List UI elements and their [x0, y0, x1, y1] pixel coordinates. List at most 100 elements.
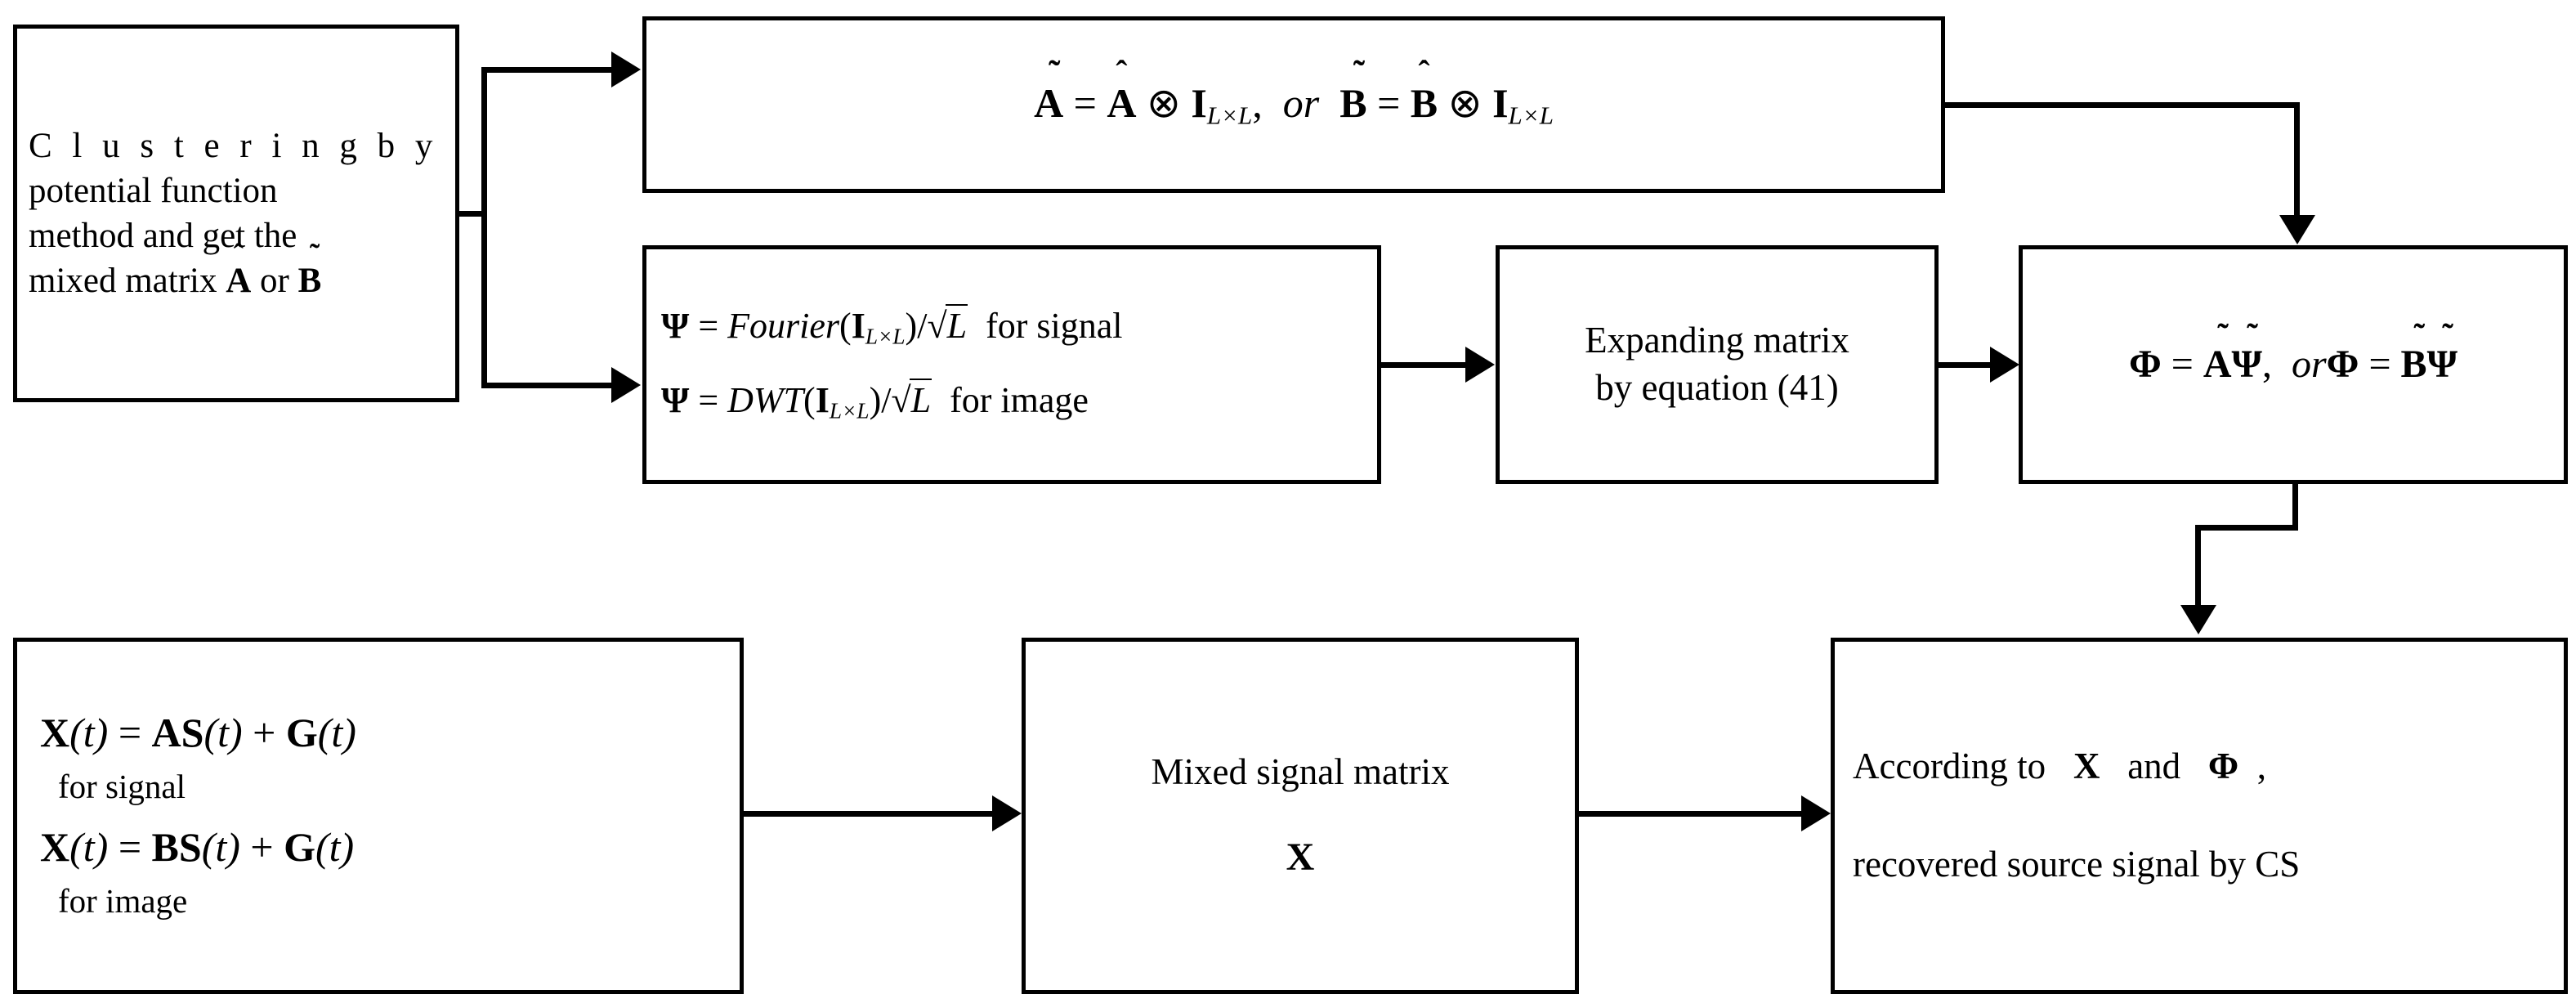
recover-line-1: According to X and Φ , [1853, 743, 2546, 791]
phi-symbol-1: Φ [2129, 343, 2162, 387]
phi-equals-2: = [2368, 343, 2391, 387]
connector-phi-down-2 [2195, 525, 2201, 607]
as-symbol: AS [151, 709, 204, 755]
psi-identity-sub-2: L×L [829, 398, 870, 423]
kron-comma: , [1252, 80, 1263, 127]
recover-prefix: According to [1853, 746, 2046, 787]
arrowhead-to-phi-left [1990, 347, 2019, 383]
recover-phi-symbol: Φ [2207, 746, 2239, 787]
arrowhead-to-recovery-left [1801, 795, 1831, 831]
s-arg-1: (t) [203, 709, 243, 755]
clustering-line-1: C l u s t e r i n g b y [29, 126, 439, 165]
b-hat-symbol: ̂B [1410, 80, 1438, 127]
flowchart-canvas: C l u s t e r i n g b y potential functi… [0, 0, 2576, 999]
a-tilde-symbol-3: ̃A [2203, 343, 2232, 387]
model-equation-signal: X(t) = AS(t) + G(t) [40, 706, 717, 759]
sqrt-L-1: √L [927, 304, 968, 347]
box-psi-definitions: Ψ = Fourier(IL×L)/√L for signal Ψ = DWT(… [642, 245, 1381, 484]
phi-comma: , [2261, 343, 2272, 387]
clustering-line-4-prefix: mixed matrix [29, 262, 226, 301]
model-plus-1: + [253, 709, 276, 755]
arrowhead-to-expand [1465, 347, 1495, 383]
connector-mixed-to-recovery [1577, 811, 1803, 817]
phi-or-label: or [2291, 343, 2327, 387]
box-clustering: C l u s t e r i n g b y potential functi… [13, 25, 459, 402]
psi-tilde-symbol-2: ̃Ψ [2426, 343, 2457, 387]
identity-subscript-2: L×L [1508, 101, 1554, 130]
psi-equals-1: = [698, 306, 719, 347]
x-arg-1: (t) [69, 709, 109, 755]
recover-x-symbol: X [2073, 746, 2100, 787]
arrowhead-to-kronecker [611, 52, 641, 87]
psi-identity-sub-1: L×L [865, 325, 906, 350]
psi-symbol-1: Ψ [661, 306, 690, 347]
a-hat-symbol-2: ̂A [1107, 80, 1137, 127]
arrowhead-to-recovery-top [2180, 605, 2216, 634]
psi-equation-image: Ψ = DWT(IL×L)/√L for image [661, 378, 1362, 426]
model-note-image: for image [58, 882, 188, 920]
psi-divide-1: / [917, 306, 928, 347]
recover-comma: , [2256, 746, 2266, 787]
connector-phi-jog [2195, 525, 2298, 531]
clustering-line-4: mixed matrix ̂A or ̃B [29, 258, 444, 303]
psi-identity-2: I [815, 380, 830, 420]
b-tilde-symbol-3: ̃B [2400, 343, 2427, 387]
connector-to-kronecker [481, 67, 612, 73]
connector-phi-down-1 [2292, 482, 2298, 528]
connector-clustering-bus [481, 67, 487, 388]
box-mixed-signal-matrix: Mixed signal matrix X [1022, 638, 1579, 994]
psi-note-signal: for signal [986, 306, 1123, 347]
connector-kronecker-down [2294, 102, 2300, 217]
kron-or-label: or [1282, 80, 1320, 127]
connector-psi-to-expand [1380, 362, 1466, 368]
phi-equation: Φ = ̃ÃΨ, orΦ = ̃B̃Ψ [2031, 339, 2556, 389]
identity-matrix-2: I [1492, 80, 1509, 127]
bs-symbol: BS [151, 824, 202, 870]
connector-expand-to-phi [1937, 362, 1991, 368]
a-hat-symbol: ̂A [226, 262, 252, 301]
otimes-icon: ⊗ [1146, 80, 1181, 127]
x-arg-2: (t) [69, 824, 109, 870]
psi-symbol-2: Ψ [661, 380, 690, 420]
x-symbol-1: X [40, 709, 70, 755]
psi-tilde-symbol-1: ̃Ψ [2231, 343, 2262, 387]
b-tilde-symbol-2: ̃B [1339, 80, 1367, 127]
psi-divide-2: / [881, 380, 892, 420]
identity-matrix-1: I [1191, 80, 1207, 127]
model-equals-2: = [118, 824, 142, 870]
sqrt-L-2: √L [891, 379, 932, 420]
arrowhead-to-psi [611, 367, 641, 403]
a-tilde-symbol: ̃A [1034, 80, 1064, 127]
clustering-line-2: potential function [29, 171, 278, 210]
fourier-label: Fourier [727, 306, 840, 347]
expand-line-1: Expanding matrix [1585, 320, 1849, 361]
recover-line-2: recovered source signal by CS [1853, 844, 2301, 885]
g-arg-2: (t) [315, 824, 355, 870]
kron-equals-1: = [1073, 80, 1097, 127]
model-equation-image: X(t) = BS(t) + G(t) [40, 821, 717, 873]
b-tilde-symbol: ̃B [297, 262, 322, 301]
box-expanding-matrix: Expanding matrix by equation (41) [1496, 245, 1939, 484]
psi-note-image: for image [950, 380, 1089, 420]
otimes-icon-2: ⊗ [1447, 80, 1483, 127]
box-phi-equation: Φ = ̃ÃΨ, orΦ = ̃B̃Ψ [2019, 245, 2568, 484]
model-note-signal: for signal [58, 767, 186, 805]
psi-equation-signal: Ψ = Fourier(IL×L)/√L for signal [661, 303, 1362, 352]
clustering-line-4-mid: or [251, 262, 298, 301]
arrowhead-to-mixed [992, 795, 1022, 831]
x-symbol-2: X [40, 824, 70, 870]
g-arg-1: (t) [317, 709, 356, 755]
dwt-label: DWT [727, 380, 804, 420]
mixed-symbol-x: X [1286, 835, 1315, 880]
phi-symbol-2: Φ [2326, 343, 2359, 387]
arrowhead-to-phi-top [2279, 215, 2315, 244]
phi-equals-1: = [2171, 343, 2194, 387]
identity-subscript-1: L×L [1206, 101, 1253, 130]
connector-model-to-mixed [742, 811, 994, 817]
g-symbol-2: G [284, 824, 315, 870]
connector-to-psi [481, 383, 612, 388]
g-symbol-1: G [285, 709, 318, 755]
s-arg-2: (t) [201, 824, 240, 870]
mixed-line-1: Mixed signal matrix [1151, 751, 1450, 793]
box-cs-recovery: According to X and Φ , recovered source … [1831, 638, 2568, 994]
